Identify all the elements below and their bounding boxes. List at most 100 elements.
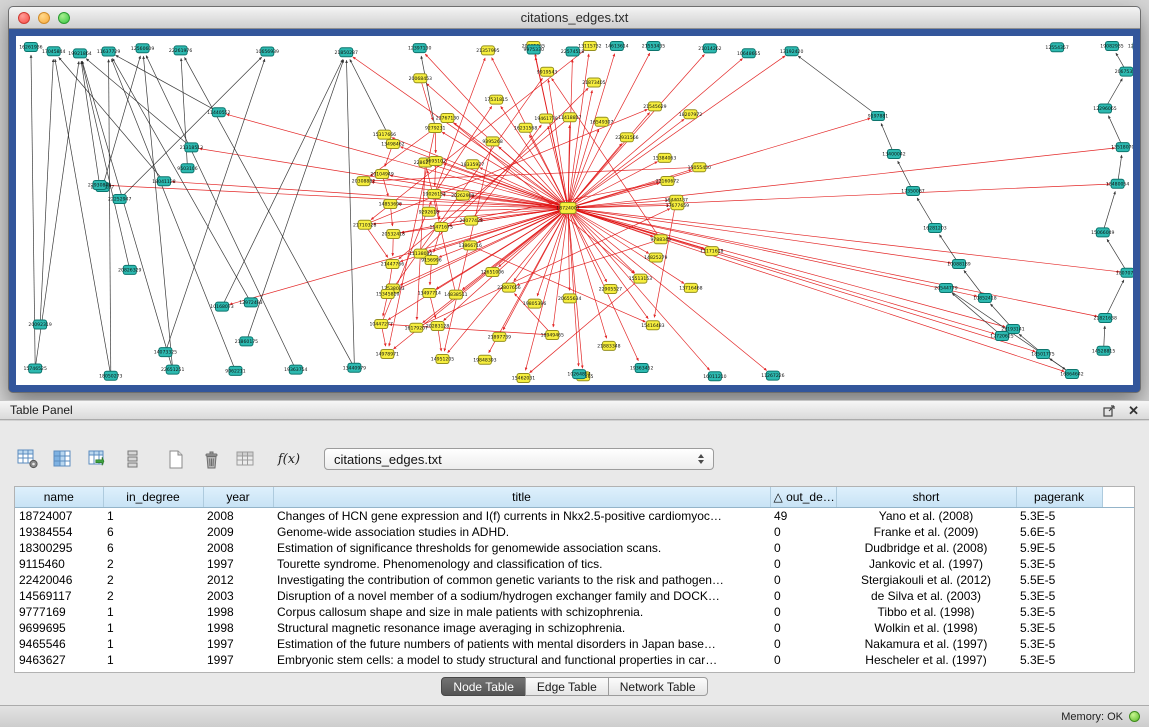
table-cell[interactable]: 5.3E-5	[1016, 620, 1102, 636]
network-node[interactable]	[449, 290, 462, 299]
table-cell[interactable]: 5.6E-5	[1016, 524, 1102, 540]
table-cell[interactable]: 1997	[203, 652, 273, 668]
network-node[interactable]	[1037, 350, 1050, 359]
network-node[interactable]	[742, 49, 755, 58]
network-edge[interactable]	[185, 57, 355, 367]
network-edge[interactable]	[55, 59, 111, 376]
network-node[interactable]	[490, 95, 503, 104]
network-node[interactable]	[953, 260, 966, 269]
network-edge[interactable]	[553, 208, 568, 327]
network-edge[interactable]	[568, 54, 705, 208]
network-node[interactable]	[386, 140, 399, 149]
tab-edge-table[interactable]: Edge Table	[525, 677, 609, 696]
table-cell[interactable]: 9463627	[15, 652, 103, 668]
network-edge[interactable]	[81, 61, 99, 185]
network-node[interactable]	[635, 364, 648, 373]
network-node[interactable]	[466, 160, 479, 169]
network-edge[interactable]	[436, 208, 568, 289]
network-edge[interactable]	[568, 208, 1097, 316]
table-cell[interactable]: 0	[770, 524, 836, 540]
network-node[interactable]	[528, 299, 541, 308]
table-cell[interactable]: 0	[770, 572, 836, 588]
network-edge[interactable]	[109, 60, 111, 376]
network-node[interactable]	[212, 108, 225, 117]
network-node[interactable]	[381, 290, 394, 299]
network-node[interactable]	[185, 143, 198, 152]
network-node[interactable]	[654, 235, 667, 244]
network-edge[interactable]	[82, 61, 173, 370]
network-node[interactable]	[540, 114, 553, 123]
column-header-year[interactable]: year	[203, 487, 273, 507]
table-cell[interactable]: Dudbridge et al. (2008)	[836, 540, 1016, 556]
network-edge[interactable]	[246, 60, 343, 342]
network-node[interactable]	[413, 44, 426, 53]
network-node[interactable]	[429, 124, 442, 133]
network-node[interactable]	[517, 374, 530, 383]
network-node[interactable]	[435, 223, 448, 232]
network-graph[interactable]: 1644013797883451482527915513153229055272…	[16, 36, 1133, 385]
network-node[interactable]	[1111, 179, 1124, 188]
network-node[interactable]	[693, 163, 706, 172]
table-cell[interactable]: 18300295	[15, 540, 103, 556]
network-node[interactable]	[940, 284, 953, 293]
network-edge[interactable]	[568, 184, 1110, 208]
network-node[interactable]	[604, 285, 617, 294]
function-builder-button[interactable]: f(x)	[275, 446, 303, 473]
network-node[interactable]	[888, 150, 901, 159]
network-edge[interactable]	[103, 56, 141, 187]
network-canvas[interactable]: 1644013797883451482527915513153229055272…	[16, 36, 1133, 385]
network-node[interactable]	[1121, 268, 1133, 277]
table-cell[interactable]: 5.3E-5	[1016, 507, 1102, 524]
table-cell[interactable]: Hescheler et al. (1997)	[836, 652, 1016, 668]
table-cell[interactable]: Embryonic stem cells: a model to study s…	[273, 652, 770, 668]
table-cell[interactable]: 2008	[203, 507, 273, 524]
column-header-pagerank[interactable]: pagerank	[1016, 487, 1102, 507]
network-node[interactable]	[493, 332, 506, 341]
create-table-button[interactable]	[162, 446, 190, 473]
network-node[interactable]	[573, 370, 586, 379]
table-cell[interactable]: 9777169	[15, 604, 103, 620]
table-cell[interactable]: 0	[770, 540, 836, 556]
table-cell[interactable]: Jankovic et al. (1997)	[836, 556, 1016, 572]
table-row[interactable]: 2242004622012Investigating the contribut…	[15, 572, 1135, 588]
network-node[interactable]	[610, 42, 623, 51]
network-node[interactable]	[1066, 370, 1079, 379]
network-node[interactable]	[113, 195, 126, 204]
table-cell[interactable]: 5.5E-5	[1016, 572, 1102, 588]
table-row[interactable]: 1456911722003Disruption of a novel membe…	[15, 588, 1135, 604]
network-edge[interactable]	[120, 57, 262, 199]
network-node[interactable]	[159, 348, 172, 357]
network-node[interactable]	[541, 67, 554, 76]
table-cell[interactable]: 1	[103, 636, 203, 652]
network-node[interactable]	[441, 114, 454, 123]
network-node[interactable]	[478, 355, 491, 364]
column-header-name[interactable]: name	[15, 487, 103, 507]
network-edge[interactable]	[568, 118, 870, 208]
network-node[interactable]	[708, 372, 721, 381]
network-node[interactable]	[620, 133, 633, 142]
column-header-in_degree[interactable]: in_degree	[103, 487, 203, 507]
table-cell[interactable]: 2009	[203, 524, 273, 540]
network-edge[interactable]	[1105, 280, 1124, 318]
network-node[interactable]	[519, 123, 532, 132]
table-cell[interactable]: Wolkin et al. (1998)	[836, 620, 1016, 636]
network-node[interactable]	[166, 365, 179, 374]
network-node[interactable]	[634, 274, 647, 283]
network-node[interactable]	[158, 177, 171, 186]
network-node[interactable]	[93, 181, 106, 190]
network-edge[interactable]	[421, 56, 435, 128]
window-titlebar[interactable]: citations_edges.txt	[9, 7, 1140, 29]
network-node[interactable]	[996, 332, 1009, 341]
table-cell[interactable]: Structural magnetic resonance image aver…	[273, 620, 770, 636]
network-edge[interactable]	[568, 53, 650, 208]
network-node[interactable]	[181, 164, 194, 173]
network-node[interactable]	[387, 230, 400, 239]
table-cell[interactable]: 5.9E-5	[1016, 540, 1102, 556]
network-node[interactable]	[671, 201, 684, 210]
table-cell[interactable]: de Silva et al. (2003)	[836, 588, 1016, 604]
network-node[interactable]	[872, 112, 885, 121]
network-node[interactable]	[684, 110, 697, 119]
network-node[interactable]	[24, 43, 37, 52]
network-node[interactable]	[376, 170, 389, 179]
table-cell[interactable]: 14569117	[15, 588, 103, 604]
